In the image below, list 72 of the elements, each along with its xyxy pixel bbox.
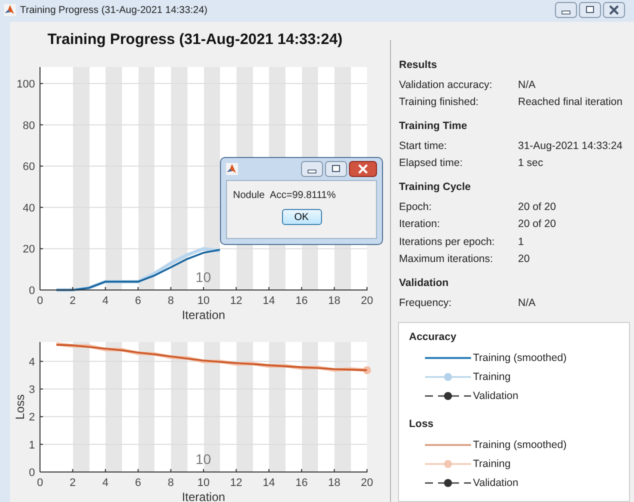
tick-label: 1 <box>28 439 35 452</box>
tick-label: 0 <box>36 295 44 307</box>
field-label: Iterations per epoch: <box>399 236 496 248</box>
tick-label: 0 <box>28 467 35 479</box>
section-title: Results <box>399 59 438 72</box>
axis-label: Iteration <box>182 490 226 502</box>
tick-label: 4 <box>102 477 108 489</box>
field-value: N/A <box>518 78 537 91</box>
tick-label: 20 <box>22 244 35 256</box>
tick-label: 8 <box>168 295 174 307</box>
field-value: 20 of 20 <box>518 200 557 213</box>
field-label: Elapsed time: <box>399 157 464 170</box>
tick-label: 0 <box>36 477 44 489</box>
tick-label: 20 <box>360 477 374 489</box>
tick-label: 18 <box>328 477 340 489</box>
field-value: 20 of 20 <box>518 218 557 230</box>
dialog-message: Nodule Acc=99.8111% <box>233 190 336 201</box>
ok-button[interactable]: OK <box>282 209 322 225</box>
plot-title: Training Progress (31-Aug-2021 14:33:24) <box>46 30 344 50</box>
tick-label: 10 <box>197 295 210 307</box>
axis-label: Iteration <box>182 308 226 322</box>
tick-label: 4 <box>28 356 35 368</box>
epoch-label: 10 <box>196 451 212 467</box>
tick-label: 14 <box>262 295 276 307</box>
tick-label: 6 <box>135 477 142 489</box>
field-value: 1 <box>518 236 525 248</box>
legend-label: Training <box>473 458 511 470</box>
tick-label: 100 <box>16 78 35 91</box>
tick-label: 2 <box>70 477 76 489</box>
tick-label: 20 <box>360 295 374 307</box>
tick-label: 16 <box>295 295 308 307</box>
axis-label: Loss <box>13 394 27 420</box>
section-title: Training Time <box>399 120 468 133</box>
tick-label: 40 <box>22 202 35 214</box>
legend-label: Training <box>473 371 511 383</box>
section-title: Training Cycle <box>399 181 472 194</box>
tick-label: 6 <box>135 295 142 307</box>
section-title: Validation <box>399 277 450 290</box>
tick-label: 2 <box>28 412 35 424</box>
field-value: 20 <box>518 253 531 266</box>
field-label: Iteration: <box>399 218 441 230</box>
tick-label: 12 <box>230 295 242 307</box>
field-label: Training finished: <box>399 96 480 108</box>
legend-label: Validation <box>473 477 518 489</box>
field-value: 31-Aug-2021 14:33:24 <box>518 140 624 152</box>
tick-label: 18 <box>328 295 340 307</box>
tick-label: 80 <box>22 120 35 132</box>
tick-label: 10 <box>197 477 210 489</box>
legend-title: Accuracy <box>409 330 458 342</box>
legend-label: Training (smoothed) <box>473 352 567 364</box>
field-value: 1 sec <box>518 157 544 170</box>
field-label: Start time: <box>399 140 448 152</box>
tick-label: 3 <box>28 384 35 396</box>
field-label: Frequency: <box>399 296 453 309</box>
epoch-label: 10 <box>196 269 212 285</box>
tick-label: 4 <box>102 295 108 307</box>
tick-label: 0 <box>28 285 35 297</box>
tick-label: 12 <box>230 477 242 489</box>
legend-title: Loss <box>409 418 435 430</box>
legend-label: Training (smoothed) <box>473 439 567 451</box>
tick-label: 60 <box>22 161 35 174</box>
field-label: Maximum iterations: <box>399 253 494 266</box>
legend-label: Validation <box>473 390 518 402</box>
tick-label: 14 <box>262 477 276 489</box>
field-label: Validation accuracy: <box>399 78 494 91</box>
field-label: Epoch: <box>399 200 433 213</box>
tick-label: 16 <box>295 477 308 489</box>
tick-label: 8 <box>168 477 174 489</box>
field-value: Reached final iteration <box>518 96 624 108</box>
field-value: N/A <box>518 296 537 309</box>
tick-label: 2 <box>70 295 76 307</box>
window-title: Training Progress (31-Aug-2021 14:33:24) <box>20 4 209 16</box>
